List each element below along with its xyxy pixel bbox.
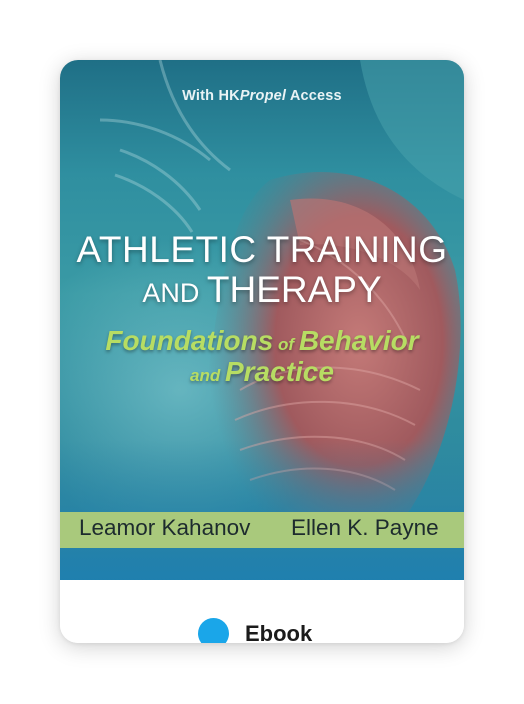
circle-dot-icon (198, 618, 229, 643)
format-footer: Ebook (60, 580, 464, 643)
author-name: Leamor Kahanov (79, 515, 251, 540)
cover-kicker: With HKPropel Access (182, 88, 342, 104)
format-label: Ebook (245, 621, 313, 643)
book-subtitle-line2: and Practice (190, 356, 334, 387)
book-cover[interactable]: With HKPropel Access ATHLETIC TRAINING A… (60, 60, 464, 580)
cover-anatomy-art (60, 60, 464, 580)
book-subtitle-line1: Foundations of Behavior (105, 325, 419, 356)
author-name: Ellen K. Payne (291, 515, 439, 540)
product-card[interactable]: With HKPropel Access ATHLETIC TRAINING A… (60, 60, 464, 643)
book-title-line2: AND THERAPY (142, 269, 382, 310)
book-title-line1: ATHLETIC TRAINING (76, 229, 448, 270)
